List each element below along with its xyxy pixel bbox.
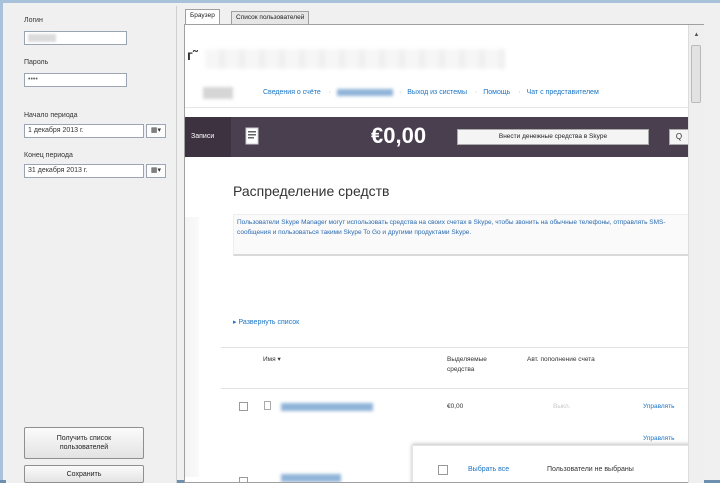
user-icon: [264, 401, 271, 410]
period-end-label: Конец периода: [24, 152, 73, 159]
get-users-button[interactable]: Получить список пользователей: [24, 427, 144, 459]
scroll-up-icon[interactable]: ▲: [692, 31, 701, 40]
row-checkbox[interactable]: [239, 402, 248, 411]
table-divider: [221, 388, 689, 389]
account-info-link[interactable]: Сведения о счёте: [263, 89, 321, 96]
description-text: Пользователи Skype Manager могут использ…: [233, 214, 689, 256]
tab-users-list[interactable]: Список пользователей: [231, 11, 310, 24]
search-icon[interactable]: Q: [669, 129, 689, 145]
logout-link[interactable]: Выход из системы: [407, 89, 467, 96]
manage-link[interactable]: Управлять: [643, 435, 675, 442]
login-label: Логин: [24, 17, 43, 24]
user-name-redacted[interactable]: [281, 403, 373, 411]
browser-view: г˜ Сведения о счёте · · Выход из системы…: [184, 24, 704, 483]
credit-balance: €0,00: [371, 123, 427, 148]
vertical-scrollbar[interactable]: ▲: [688, 25, 704, 483]
select-all-checkbox[interactable]: [438, 465, 448, 475]
col-autotopup-header: Авт. пополнение счета: [527, 356, 595, 363]
manage-link[interactable]: Управлять: [643, 403, 675, 410]
document-icon[interactable]: [245, 127, 259, 145]
header-banner-blurred: [205, 49, 505, 69]
auto-topup-status: Выкл.: [553, 403, 571, 410]
records-tab[interactable]: Записи: [185, 117, 231, 157]
divider: [185, 107, 689, 108]
side-strip: [185, 217, 199, 477]
selection-bar: Выбрать все Пользователи не выбраны: [412, 445, 703, 482]
save-button[interactable]: Сохранить: [24, 465, 144, 483]
login-value-redacted: [28, 34, 56, 42]
account-name-redacted: [203, 87, 233, 99]
user-link-redacted[interactable]: [337, 89, 393, 96]
top-nav-links: Сведения о счёте · · Выход из системы · …: [263, 89, 599, 97]
period-start-picker[interactable]: 1 декабря 2013 г. ▦▾: [24, 124, 167, 138]
expand-list-link[interactable]: ▸ Развернуть список: [233, 318, 299, 326]
brand-logo: г˜: [187, 47, 198, 63]
account-toolbar: Записи €0,00 Внести денежные средства в …: [185, 117, 689, 157]
tab-browser[interactable]: Браузер: [185, 9, 220, 25]
calendar-dropdown-icon[interactable]: ▦▾: [146, 124, 166, 138]
user-name-redacted[interactable]: [281, 474, 341, 482]
left-panel: Логин Пароль •••• Начало периода 1 декаб…: [6, 6, 177, 483]
password-field[interactable]: ••••: [24, 73, 127, 87]
allocated-amount: €0,00: [447, 403, 464, 410]
select-all-link[interactable]: Выбрать все: [468, 466, 509, 473]
selection-status: Пользователи не выбраны: [547, 466, 634, 473]
add-funds-button[interactable]: Внести денежные средства в Skype: [457, 129, 649, 145]
section-title: Распределение средств: [233, 183, 390, 199]
period-end-picker[interactable]: 31 декабря 2013 г. ▦▾: [24, 164, 167, 178]
help-link[interactable]: Помощь: [483, 89, 510, 96]
period-end-value[interactable]: 31 декабря 2013 г.: [24, 164, 144, 178]
col-allocated-header: Выделяемые средства: [447, 356, 487, 373]
app-window: Логин Пароль •••• Начало периода 1 декаб…: [0, 0, 720, 483]
chat-link[interactable]: Чат с представителем: [527, 89, 599, 96]
col-name-header[interactable]: Имя ▾: [263, 355, 281, 365]
scroll-thumb[interactable]: [691, 45, 701, 103]
row-checkbox[interactable]: [239, 477, 248, 482]
period-start-value[interactable]: 1 декабря 2013 г.: [24, 124, 144, 138]
table-divider: [221, 347, 689, 348]
login-field[interactable]: [24, 31, 127, 45]
password-label: Пароль: [24, 59, 49, 66]
calendar-dropdown-icon[interactable]: ▦▾: [146, 164, 166, 178]
period-start-label: Начало периода: [24, 112, 78, 119]
